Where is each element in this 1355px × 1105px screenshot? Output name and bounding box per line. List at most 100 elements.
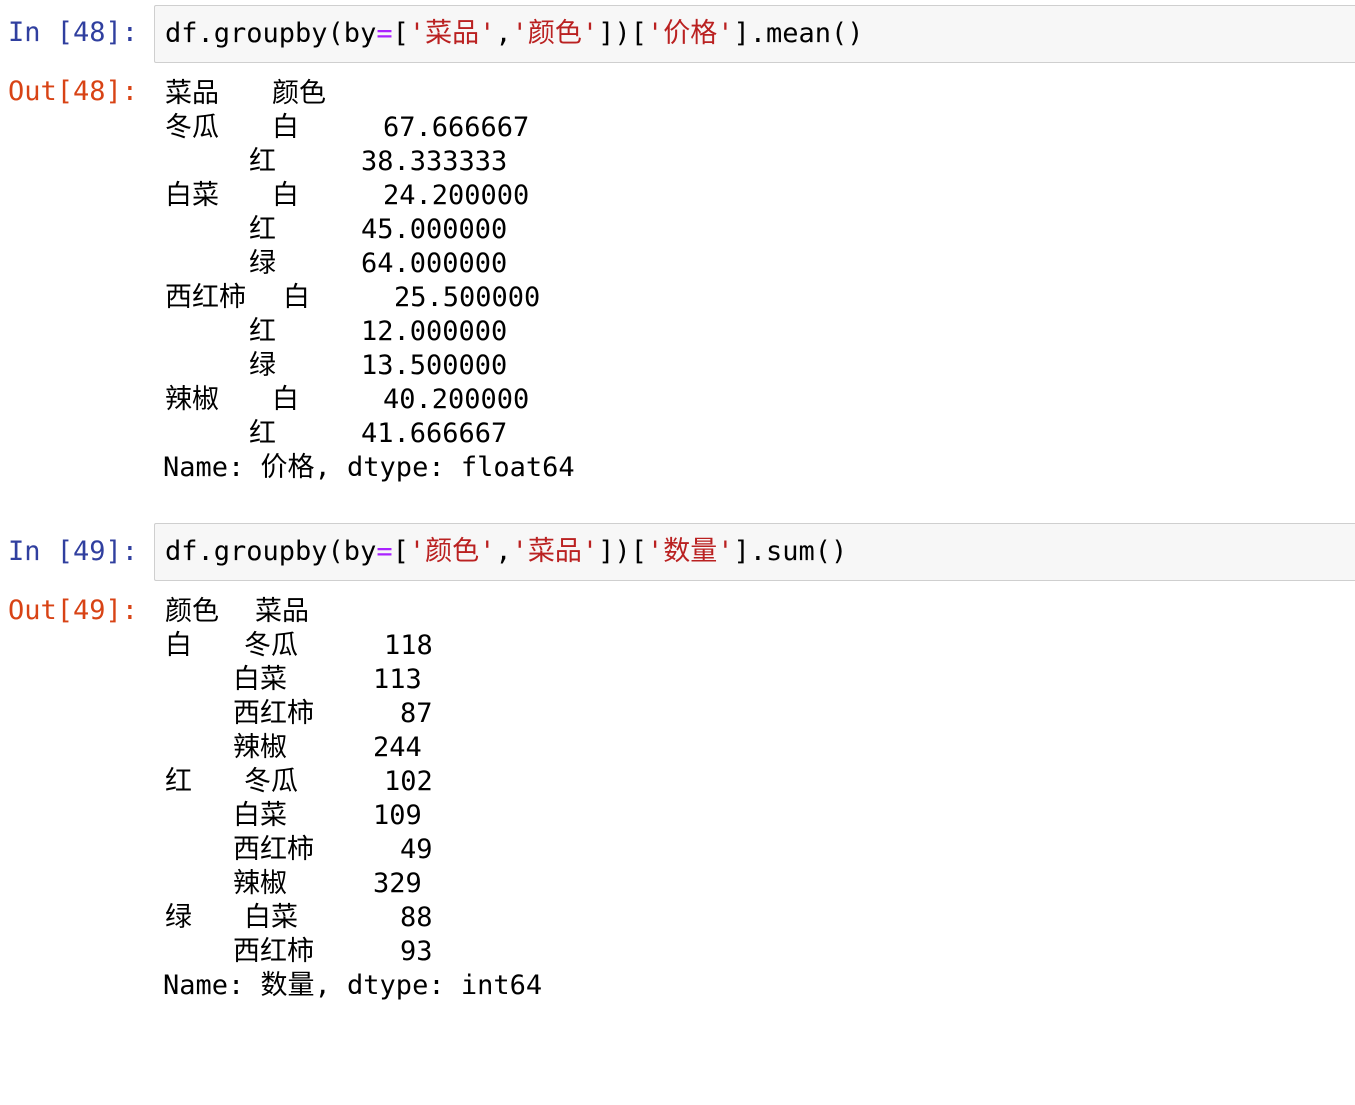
output-row: 红 45.000000: [165, 213, 507, 247]
index-level-1: 白: [272, 384, 299, 415]
input-prompt: In [48]:: [8, 17, 139, 48]
output-row: 绿 13.500000: [165, 349, 507, 383]
index-level-1: 西红柿: [233, 834, 314, 865]
index-level-1: 西红柿: [233, 936, 314, 967]
code-operator: =: [376, 536, 393, 567]
value: 88: [400, 902, 433, 933]
output-area: 菜品 颜色 冬瓜 白 67.666667 红 38.333333 白菜 白 24…: [163, 77, 575, 485]
index-level-1: 红: [249, 316, 276, 347]
value: 109: [373, 800, 422, 831]
index-level-1: 白: [272, 180, 299, 211]
code-editor[interactable]: df.groupby(by=['菜品','颜色'])['价格'].mean(): [154, 5, 1355, 63]
output-row: 白菜 白 24.200000: [165, 179, 529, 213]
index-level-1: 冬瓜: [244, 766, 298, 797]
value: 12.000000: [361, 316, 508, 347]
value: 67.666667: [383, 112, 530, 143]
value: 24.200000: [383, 180, 530, 211]
code-token: [: [392, 18, 409, 49]
output-row: 绿 白菜 88: [165, 901, 433, 935]
output-row: 红 41.666667: [165, 417, 507, 451]
output-row: 白菜 109: [165, 799, 422, 833]
index-level-1: 红: [249, 418, 276, 449]
code-editor[interactable]: df.groupby(by=['颜色','菜品'])['数量'].sum(): [154, 523, 1355, 581]
index-level-0: 冬瓜: [165, 112, 219, 143]
index-level-1: 白菜: [233, 800, 287, 831]
output-row: 白菜 113: [165, 663, 422, 697]
code-token: ].sum(): [733, 536, 848, 567]
output-area: 颜色 菜品 白 冬瓜 118 白菜 113 西红柿 87 辣椒 244 红 冬瓜…: [163, 595, 542, 1003]
code-string: '数量': [646, 536, 734, 567]
code-line[interactable]: df.groupby(by=['菜品','颜色'])['价格'].mean(): [165, 17, 864, 51]
output-header: 菜品 颜色: [165, 77, 326, 111]
index-level-0: 红: [165, 766, 192, 797]
code-token: ])[: [598, 536, 647, 567]
series-info: Name: 数量, dtype: int64: [163, 970, 543, 1001]
output-row: 辣椒 329: [165, 867, 422, 901]
output-prompt: Out[49]:: [8, 595, 139, 626]
index-level-1: 白菜: [233, 664, 287, 695]
index-name: 颜色: [272, 78, 326, 109]
output-row: 白 冬瓜 118: [165, 629, 433, 663]
index-level-1: 白菜: [244, 902, 298, 933]
value: 329: [373, 868, 422, 899]
value: 38.333333: [361, 146, 508, 177]
output-row: 辣椒 244: [165, 731, 422, 765]
value: 93: [400, 936, 433, 967]
output-row: 绿 64.000000: [165, 247, 507, 281]
code-operator: =: [376, 18, 393, 49]
output-prompt: Out[48]:: [8, 76, 139, 107]
code-line[interactable]: df.groupby(by=['颜色','菜品'])['数量'].sum(): [165, 535, 847, 569]
output-row: 辣椒 白 40.200000: [165, 383, 529, 417]
value: 41.666667: [361, 418, 508, 449]
output-row: 西红柿 93: [165, 935, 433, 969]
code-token: ,: [495, 536, 512, 567]
output-row: 红 冬瓜 102: [165, 765, 433, 799]
index-level-1: 西红柿: [233, 698, 314, 729]
index-level-1: 辣椒: [233, 732, 287, 763]
code-string: '菜品': [408, 18, 496, 49]
index-name: 菜品: [255, 596, 309, 627]
value: 45.000000: [361, 214, 508, 245]
code-token: df.groupby(by: [165, 536, 377, 567]
value: 113: [373, 664, 422, 695]
code-token: ])[: [598, 18, 647, 49]
output-row: 西红柿 49: [165, 833, 433, 867]
output-footer: Name: 价格, dtype: float64: [163, 451, 575, 485]
series-info: Name: 价格, dtype: float64: [163, 452, 575, 483]
index-level-0: 辣椒: [165, 384, 219, 415]
value: 244: [373, 732, 422, 763]
index-level-0: 白菜: [165, 180, 219, 211]
output-header: 颜色 菜品: [165, 595, 309, 629]
input-prompt: In [49]:: [8, 536, 139, 567]
value: 49: [400, 834, 433, 865]
value: 118: [384, 630, 433, 661]
value: 87: [400, 698, 433, 729]
index-level-0: 西红柿: [165, 282, 246, 313]
output-row: 冬瓜 白 67.666667: [165, 111, 529, 145]
index-level-1: 红: [249, 214, 276, 245]
value: 25.500000: [394, 282, 541, 313]
output-row: 红 38.333333: [165, 145, 507, 179]
value: 13.500000: [361, 350, 508, 381]
code-token: ].mean(): [733, 18, 864, 49]
value: 40.200000: [383, 384, 530, 415]
output-footer: Name: 数量, dtype: int64: [163, 969, 542, 1003]
index-level-0: 白: [165, 630, 192, 661]
value: 64.000000: [361, 248, 508, 279]
index-level-1: 红: [249, 146, 276, 177]
code-string: '菜品': [511, 536, 599, 567]
output-row: 西红柿 白 25.500000: [165, 281, 540, 315]
code-string: '颜色': [408, 536, 496, 567]
output-row: 红 12.000000: [165, 315, 507, 349]
index-level-1: 冬瓜: [244, 630, 298, 661]
code-token: df.groupby(by: [165, 18, 377, 49]
code-string: '价格': [646, 18, 734, 49]
index-level-1: 绿: [249, 248, 276, 279]
index-name: 颜色: [165, 596, 219, 627]
index-level-1: 绿: [249, 350, 276, 381]
index-level-1: 白: [272, 112, 299, 143]
value: 102: [384, 766, 433, 797]
output-row: 西红柿 87: [165, 697, 433, 731]
index-level-1: 辣椒: [233, 868, 287, 899]
code-token: [: [392, 536, 409, 567]
